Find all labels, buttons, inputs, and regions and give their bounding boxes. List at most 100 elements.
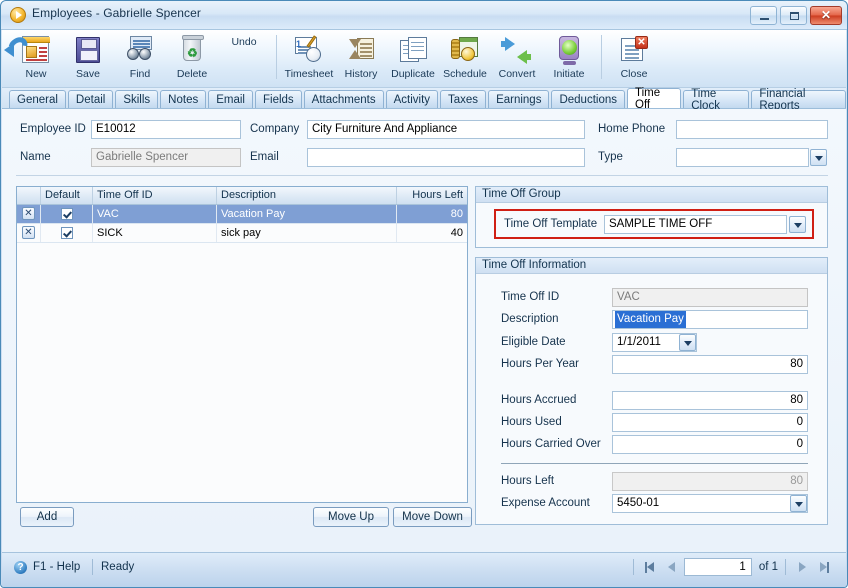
tab-fields[interactable]: Fields	[254, 90, 302, 108]
time-off-group-title: Time Off Group	[476, 187, 827, 203]
description-input[interactable]: Vacation Pay	[612, 310, 808, 329]
status-text: Ready	[101, 561, 135, 573]
tab-deductions[interactable]: Deductions	[551, 90, 625, 108]
type-label: Type	[598, 151, 623, 163]
checkbox-checked-icon[interactable]	[60, 227, 73, 239]
next-record-button[interactable]	[792, 558, 812, 576]
toolbar-button-duplicate[interactable]: Duplicate	[387, 30, 439, 86]
toolbar-button-undo[interactable]: Undo	[4, 30, 270, 86]
initiate-lamp-icon	[553, 34, 585, 66]
hours-used-input[interactable]: 0	[612, 413, 808, 432]
tab-time-off[interactable]: Time Off	[627, 87, 682, 111]
hours-accrued-input[interactable]: 80	[612, 391, 808, 410]
next-record-icon	[798, 562, 806, 572]
hours-carried-over-input[interactable]: 0	[612, 435, 808, 454]
name-input[interactable]: Gabrielle Spencer	[91, 148, 241, 167]
grid-header-hours-left[interactable]: Hours Left	[397, 187, 467, 204]
company-label: Company	[250, 123, 300, 135]
description-selected-text: Vacation Pay	[615, 311, 686, 328]
status-divider	[92, 559, 93, 575]
toolbar-separator-2	[601, 35, 602, 79]
main-toolbar: New Save Find ♻ Delete Undo 1 Timesheet …	[2, 30, 846, 88]
toolbar-button-timesheet[interactable]: 1 Timesheet	[283, 30, 335, 86]
toolbar-button-delete[interactable]: ♻ Delete	[166, 30, 218, 86]
hours-accrued-label: Hours Accrued	[501, 394, 577, 406]
table-row[interactable]: ✕ VAC Vacation Pay 80	[17, 205, 467, 224]
move-up-button[interactable]: Move Up	[313, 507, 389, 527]
time-off-id-input[interactable]: VAC	[612, 288, 808, 307]
email-input[interactable]	[307, 148, 585, 167]
form-divider	[16, 175, 828, 176]
first-record-button[interactable]	[640, 558, 660, 576]
time-off-template-dropdown-button[interactable]	[789, 216, 806, 233]
hourglass-history-icon	[345, 34, 377, 66]
grid-header-row: Default Time Off ID Description Hours Le…	[17, 187, 467, 205]
help-text[interactable]: F1 - Help	[33, 561, 80, 573]
grid-header-description[interactable]: Description	[217, 187, 397, 204]
close-icon[interactable]: ✕	[22, 226, 35, 239]
grid-header-default[interactable]: Default	[41, 187, 93, 204]
tab-general[interactable]: General	[9, 90, 66, 108]
row-time-off-id: SICK	[93, 224, 217, 242]
add-button[interactable]: Add	[20, 507, 74, 527]
tab-taxes[interactable]: Taxes	[440, 90, 487, 108]
toolbar-button-save[interactable]: Save	[62, 30, 114, 86]
last-record-button[interactable]	[814, 558, 834, 576]
tab-attachments[interactable]: Attachments	[303, 90, 384, 108]
chevron-down-icon	[684, 341, 692, 346]
floppy-disk-icon	[72, 34, 104, 66]
row-hours-left: 40	[450, 227, 463, 239]
hours-per-year-input[interactable]: 80	[612, 355, 808, 374]
row-description: sick pay	[217, 224, 397, 242]
toolbar-button-schedule[interactable]: Schedule	[439, 30, 491, 86]
grid-header-time-off-id[interactable]: Time Off ID	[93, 187, 217, 204]
time-off-template-input[interactable]: SAMPLE TIME OFF	[604, 215, 787, 234]
eligible-date-label: Eligible Date	[501, 336, 566, 348]
tab-skills[interactable]: Skills	[115, 90, 159, 108]
type-input[interactable]	[676, 148, 809, 167]
table-row[interactable]: ✕ SICK sick pay 40	[17, 224, 467, 243]
tab-earnings[interactable]: Earnings	[488, 90, 550, 108]
home-phone-input[interactable]	[676, 120, 828, 139]
row-delete-button[interactable]: ✕	[17, 224, 41, 242]
grid-body: ✕ VAC Vacation Pay 80 ✕ SICK sick pay 40	[17, 205, 467, 502]
previous-record-button[interactable]	[662, 558, 682, 576]
employee-id-input[interactable]: E10012	[91, 120, 241, 139]
move-down-button[interactable]: Move Down	[393, 507, 472, 527]
tab-notes[interactable]: Notes	[160, 90, 207, 108]
maximize-button[interactable]	[780, 6, 807, 25]
time-off-information-title: Time Off Information	[476, 258, 827, 274]
checkbox-checked-icon[interactable]	[60, 208, 73, 220]
row-default-checkbox[interactable]	[41, 224, 93, 242]
toolbar-button-history[interactable]: History	[335, 30, 387, 86]
close-icon: ✕	[820, 8, 832, 22]
hours-carried-over-label: Hours Carried Over	[501, 438, 601, 450]
close-button[interactable]: ✕	[810, 6, 842, 25]
question-mark-icon[interactable]: ?	[14, 561, 27, 574]
chevron-down-icon	[794, 223, 802, 228]
type-dropdown-button[interactable]	[810, 149, 827, 166]
time-off-grid[interactable]: Default Time Off ID Description Hours Le…	[16, 186, 468, 503]
timesheet-icon: 1	[293, 34, 325, 66]
tab-time-clock[interactable]: Time Clock	[683, 88, 750, 112]
row-default-checkbox[interactable]	[41, 205, 93, 223]
toolbar-button-find[interactable]: Find	[114, 30, 166, 86]
expense-account-input[interactable]: 5450-01	[612, 494, 808, 513]
tab-financial-reports[interactable]: Financial Reports	[751, 88, 846, 112]
toolbar-button-close[interactable]: ✕ Close	[608, 30, 660, 86]
minimize-button[interactable]	[750, 6, 777, 25]
row-delete-button[interactable]: ✕	[17, 205, 41, 223]
tab-detail[interactable]: Detail	[67, 90, 114, 108]
toolbar-button-initiate[interactable]: Initiate	[543, 30, 595, 86]
window-title: Employees - Gabrielle Spencer	[32, 6, 201, 20]
toolbar-button-convert[interactable]: Convert	[491, 30, 543, 86]
tab-activity[interactable]: Activity	[385, 90, 439, 108]
close-icon[interactable]: ✕	[22, 207, 35, 220]
minimize-icon	[760, 18, 769, 20]
eligible-date-dropdown-button[interactable]	[679, 334, 696, 351]
expense-account-dropdown-button[interactable]	[790, 495, 807, 512]
company-input[interactable]: City Furniture And Appliance	[307, 120, 585, 139]
tab-email[interactable]: Email	[208, 90, 253, 108]
undo-arrow-icon	[4, 33, 32, 59]
page-number-input[interactable]: 1	[683, 558, 752, 576]
